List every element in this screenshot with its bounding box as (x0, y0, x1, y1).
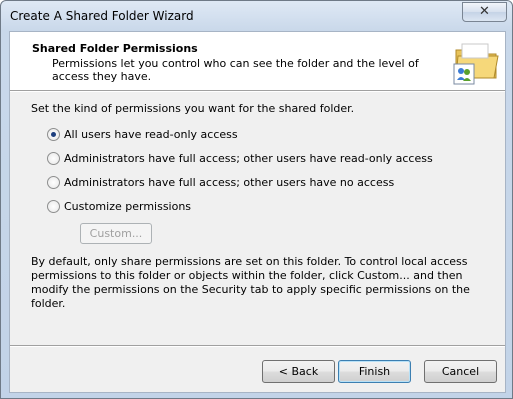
wizard-window: Create A Shared Folder Wizard ✕ Shared F… (0, 0, 513, 399)
custom-button[interactable]: Custom... (80, 223, 152, 244)
radio-label[interactable]: All users have read-only access (64, 128, 238, 141)
window-title: Create A Shared Folder Wizard (10, 9, 194, 23)
close-icon: ✕ (479, 4, 490, 19)
radio-option-read-only[interactable]: All users have read-only access (47, 127, 238, 141)
back-button[interactable]: < Back (262, 360, 335, 383)
instruction-text: Set the kind of permissions you want for… (31, 102, 355, 115)
radio-option-admin-full-others-none[interactable]: Administrators have full access; other u… (47, 175, 394, 189)
wizard-client-area: Shared Folder Permissions Permissions le… (9, 31, 506, 393)
radio-label[interactable]: Administrators have full access; other u… (64, 152, 433, 165)
radio-button[interactable] (47, 199, 60, 213)
info-note: By default, only share permissions are s… (31, 255, 470, 310)
page-title: Shared Folder Permissions (32, 42, 198, 55)
radio-option-admin-full-others-read[interactable]: Administrators have full access; other u… (47, 151, 433, 165)
radio-option-customize[interactable]: Customize permissions (47, 199, 191, 213)
finish-button[interactable]: Finish (338, 360, 411, 383)
radio-button[interactable] (47, 151, 60, 165)
radio-button[interactable] (47, 127, 60, 141)
footer-divider-highlight (10, 346, 505, 347)
page-description: Permissions let you control who can see … (52, 57, 419, 83)
shared-folder-users-icon (453, 43, 499, 85)
radio-button[interactable] (47, 175, 60, 189)
close-button[interactable]: ✕ (462, 2, 507, 22)
cancel-button[interactable]: Cancel (424, 360, 497, 383)
header-divider (10, 91, 505, 92)
wizard-header: Shared Folder Permissions Permissions le… (10, 32, 505, 91)
radio-label[interactable]: Customize permissions (64, 200, 191, 213)
radio-label[interactable]: Administrators have full access; other u… (64, 176, 394, 189)
title-bar[interactable]: Create A Shared Folder Wizard ✕ (1, 1, 512, 31)
